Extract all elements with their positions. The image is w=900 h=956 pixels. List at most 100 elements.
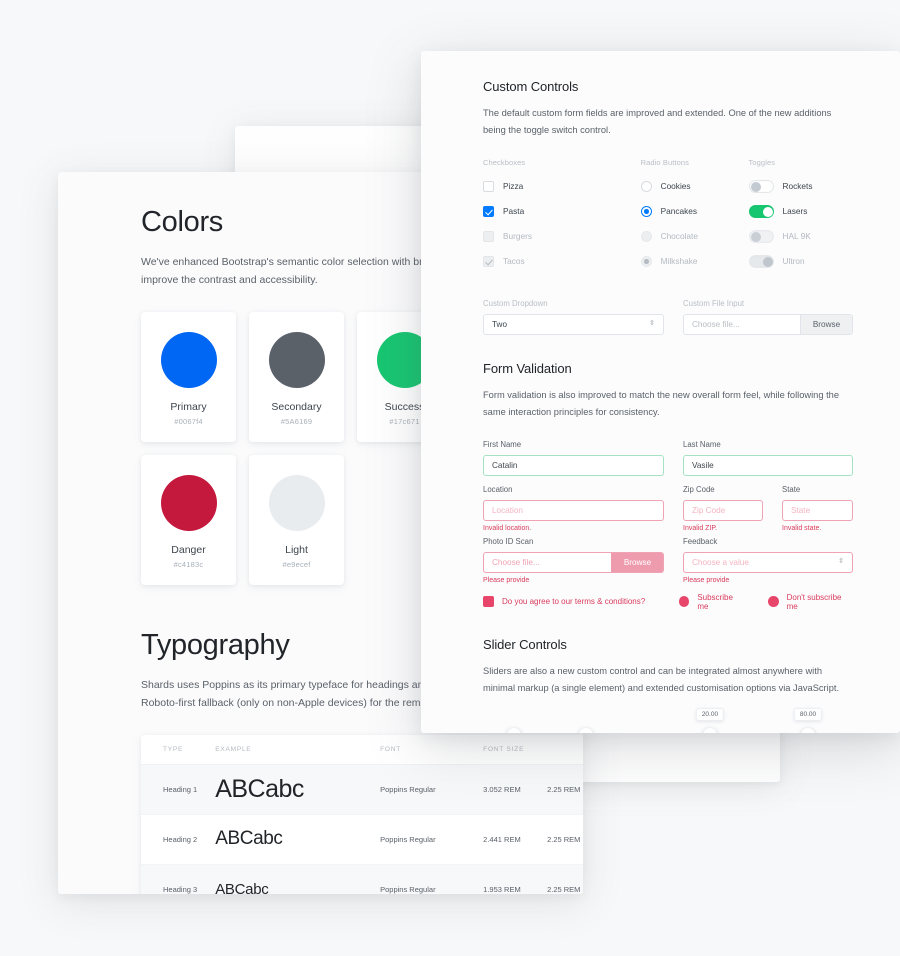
table-row: Heading 1 ABCabc Poppins Regular 3.052 R…: [141, 764, 583, 815]
custom-dropdown-label: Custom Dropdown: [483, 298, 548, 308]
slider-handle-start[interactable]: [506, 728, 521, 733]
feedback-select[interactable]: Choose a value ⇳: [683, 551, 853, 573]
radio-label: Milkshake: [660, 256, 698, 267]
last-name-field[interactable]: Vasile: [683, 454, 853, 476]
table-row: Heading 3 ABCabc Poppins Regular 1.953 R…: [141, 864, 583, 894]
custom-dropdown-select[interactable]: Two ⇳: [483, 313, 664, 335]
chevron-updown-icon: ⇳: [649, 320, 655, 328]
custom-file-input-label: Custom File Input: [683, 298, 745, 308]
row-font: Poppins Regular: [380, 814, 484, 865]
color-dot-danger: [160, 474, 217, 531]
first-name-value: Catalin: [492, 460, 518, 470]
zip-error: Invalid ZIP.: [683, 524, 718, 532]
toggle-group: Toggles Rockets Lasers HAL 9K Ultron: [748, 158, 853, 277]
row-example: ABCabc: [215, 880, 269, 895]
column-header-font: FONT: [380, 734, 484, 765]
color-name: Success: [384, 400, 425, 413]
row-font-size: 1.953 REM: [483, 864, 548, 894]
checkbox-icon[interactable]: [483, 596, 494, 608]
toggle-label: Ultron: [782, 256, 805, 267]
column-header-example: EXAMPLE: [215, 734, 381, 765]
column-header-font-size: FONT SIZE: [483, 734, 548, 765]
radio-icon: [640, 255, 652, 267]
slider-2[interactable]: 20.00 80.00: [679, 708, 851, 733]
custom-controls-title: Custom Controls: [483, 79, 579, 94]
first-name-label: First Name: [483, 439, 522, 449]
checkbox-icon[interactable]: [483, 205, 494, 217]
color-hex: #c4183c: [173, 559, 204, 569]
radio-label: Cookies: [660, 181, 691, 192]
toggle-switch-icon[interactable]: [748, 179, 774, 193]
slider-handle-end[interactable]: [801, 728, 815, 733]
state-error: Invalid state.: [782, 524, 822, 532]
slider-controls-description: Sliders are also a new custom control an…: [483, 665, 840, 693]
color-name: Danger: [171, 543, 206, 556]
row-example: ABCabc: [215, 828, 283, 849]
terms-checkbox-item[interactable]: Do you agree to our terms & conditions?: [483, 596, 660, 608]
zip-field[interactable]: Zip Code: [683, 499, 763, 521]
checkbox-icon: [483, 255, 494, 267]
location-field[interactable]: Location: [483, 499, 664, 521]
subscribe-no-item[interactable]: Don't subscribe me: [767, 592, 853, 611]
zip-placeholder: Zip Code: [692, 505, 726, 515]
radio-icon[interactable]: [678, 596, 690, 608]
checkbox-label: Pizza: [503, 181, 524, 192]
slider-handle-end[interactable]: [579, 728, 594, 733]
checkbox-label: Tacos: [503, 256, 525, 267]
color-swatch: Primary #0067f4: [141, 311, 236, 442]
zip-label: Zip Code: [683, 484, 715, 494]
toggle-switch-icon[interactable]: [748, 204, 774, 218]
state-placeholder: State: [791, 505, 811, 515]
browse-button[interactable]: Browse: [800, 314, 852, 334]
custom-file-input[interactable]: Choose file... Browse: [683, 313, 853, 335]
toggle-item-ultron: Ultron: [748, 252, 853, 271]
subscribe-yes-label: Subscribe me: [697, 592, 733, 611]
chevron-updown-icon: ⇳: [838, 557, 844, 565]
radio-icon[interactable]: [767, 596, 779, 608]
radio-label: Chocolate: [660, 231, 698, 242]
radio-item-pancakes[interactable]: Pancakes: [640, 202, 749, 221]
state-field[interactable]: State: [782, 499, 853, 521]
color-hex: #17c671: [389, 416, 420, 426]
row-type: Heading 3: [141, 864, 216, 894]
checkbox-label: Pasta: [503, 206, 525, 217]
slider-tooltip-max: 80.00: [793, 708, 823, 722]
location-placeholder: Location: [492, 505, 523, 515]
radio-item-cookies[interactable]: Cookies: [640, 177, 749, 196]
toggle-switch-icon: [748, 229, 774, 243]
custom-dropdown-value: Two: [492, 319, 508, 329]
dropdown-file-row: Custom Dropdown Two ⇳ Custom File Input …: [483, 299, 853, 335]
slider-handle-start[interactable]: [702, 728, 717, 733]
radio-icon[interactable]: [640, 205, 652, 217]
radio-label: Pancakes: [660, 206, 698, 217]
radio-icon[interactable]: [640, 180, 652, 192]
first-name-field[interactable]: Catalin: [483, 454, 664, 476]
color-name: Primary: [170, 400, 207, 413]
subscribe-no-label: Don't subscribe me: [786, 592, 842, 611]
subscribe-yes-item[interactable]: Subscribe me: [678, 592, 745, 611]
name-row: First Name Catalin Last Name Vasile: [483, 440, 853, 476]
location-error: Invalid location.: [483, 524, 532, 532]
slider-1[interactable]: [483, 722, 655, 733]
toggle-switch-icon: [748, 254, 774, 268]
table-row: Heading 2 ABCabc Poppins Regular 2.441 R…: [141, 814, 583, 865]
column-header-line-height: [547, 734, 583, 765]
toggle-item-rockets[interactable]: Rockets: [748, 177, 853, 196]
photo-id-browse-button[interactable]: Browse: [611, 552, 663, 572]
consent-row: Do you agree to our terms & conditions? …: [483, 593, 853, 611]
custom-controls-description: The default custom form fields are impro…: [483, 108, 832, 135]
last-name-label: Last Name: [683, 439, 721, 449]
terms-label: Do you agree to our terms & conditions?: [502, 597, 646, 607]
photo-id-error: Please provide: [483, 576, 530, 584]
row-font: Poppins Regular: [380, 864, 484, 894]
checkbox-item-pizza[interactable]: Pizza: [483, 177, 641, 196]
checkbox-item-burgers: Burgers: [483, 227, 641, 246]
photo-id-file-input[interactable]: Choose file... Browse: [483, 551, 664, 573]
form-validation-description: Form validation is also improved to matc…: [483, 389, 840, 417]
checkbox-item-pasta[interactable]: Pasta: [483, 202, 641, 221]
checkbox-icon[interactable]: [483, 180, 494, 192]
toggle-item-lasers[interactable]: Lasers: [748, 202, 853, 221]
last-name-value: Vasile: [692, 460, 714, 470]
row-font-size: 3.052 REM: [483, 764, 548, 815]
color-dot-primary: [160, 331, 217, 388]
